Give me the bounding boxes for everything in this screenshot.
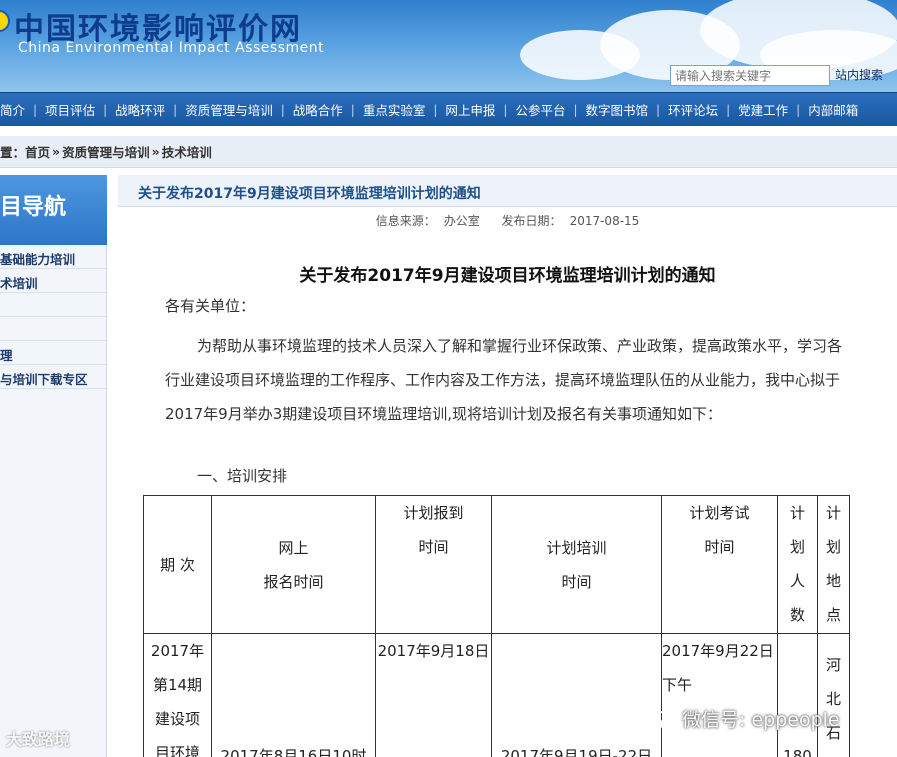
header-char: 计 <box>825 504 841 522</box>
cell-text: 2017年 <box>150 642 205 660</box>
header-char: 划 <box>789 538 805 556</box>
header-online-registration: 网上 报名时间 <box>211 495 376 634</box>
header-char: 人 <box>789 572 805 590</box>
cell-text: 2017年8月16日10时 <box>220 747 367 757</box>
date-label: 发布日期： <box>501 214 562 228</box>
header-char: 数 <box>789 606 805 624</box>
header-text: 计划考试 <box>689 504 750 522</box>
nav-item-strategic-eia[interactable]: 战略环评 <box>107 100 173 119</box>
article-heading: 关于发布2017年9月建设项目环境监理培训计划的通知 <box>118 175 897 207</box>
sidebar-item-download-zone[interactable]: 与培训下载专区 <box>0 365 106 389</box>
header-period: 期 次 <box>143 495 212 634</box>
cell-place: 河 北 石 <box>817 633 850 757</box>
cell-text: 2017年9月18日 <box>377 642 490 660</box>
header-char: 点 <box>825 606 841 624</box>
table-row: 2017年 第14期 建设项 目环境 2017年8月16日10时 2017年9月… <box>143 633 850 757</box>
source-value: 办公室 <box>443 214 480 228</box>
header-period-text: 期 次 <box>160 555 195 574</box>
cell-period: 2017年 第14期 建设项 目环境 <box>143 633 212 757</box>
watermark-right-text: 微信号: eppeople <box>682 709 840 731</box>
header-char: 计 <box>789 504 805 522</box>
header-text: 时间 <box>418 538 449 556</box>
watermark-left: 大致路境 <box>6 726 70 750</box>
site-logo-icon[interactable] <box>0 10 10 32</box>
cell-text: 2017年9月19日-22日 <box>500 747 653 757</box>
sidebar-header: 目导航 <box>0 175 107 245</box>
cell-count: 180 <box>777 633 818 757</box>
sidebar-item-management[interactable]: 理 <box>0 341 106 365</box>
breadcrumb-separator: » <box>52 144 61 159</box>
nav-item-digital-library[interactable]: 数字图书馆 <box>578 100 657 119</box>
breadcrumb: 置： 首页 » 资质管理与培训 » 技术培训 <box>0 136 897 168</box>
header-char: 划 <box>825 538 841 556</box>
sidebar: 目导航 基础能力培训 术培训 理 与培训下载专区 <box>0 175 107 757</box>
cell-text: 建设项 <box>154 710 200 728</box>
header-text: 时间 <box>561 572 592 591</box>
nav-item-forum[interactable]: 环评论坛 <box>660 100 726 119</box>
header-exam-time: 计划考试 时间 <box>661 495 778 634</box>
nav-item-key-lab[interactable]: 重点实验室 <box>355 100 434 119</box>
section-heading: 一、培训安排 <box>197 467 288 485</box>
date-value: 2017-08-15 <box>569 214 640 228</box>
cell-text: 目环境 <box>154 744 200 757</box>
nav-item-public-participation[interactable]: 公参平台 <box>507 100 573 119</box>
cell-text: 下午 <box>662 676 693 694</box>
source-label: 信息来源： <box>375 214 436 228</box>
cell-char: 河 <box>825 656 841 674</box>
breadcrumb-separator: » <box>151 144 160 159</box>
cell-report-time: 2017年9月18日 <box>375 633 492 757</box>
salutation: 各有关单位： <box>165 297 256 315</box>
header-text: 计划培训 <box>546 538 607 557</box>
header-text: 计划报到 <box>403 504 464 522</box>
wechat-icon <box>650 710 676 730</box>
header-text: 时间 <box>704 538 735 556</box>
breadcrumb-home[interactable]: 首页 <box>25 142 50 161</box>
search-input[interactable] <box>670 65 830 86</box>
cell-text: 2017年9月22日 <box>662 642 774 660</box>
cell-exam-time: 2017年9月22日 下午 <box>661 633 778 757</box>
breadcrumb-qualification[interactable]: 资质管理与培训 <box>62 142 150 161</box>
search-button[interactable]: 站内搜索 <box>835 66 883 83</box>
site-header: 中国环境影响评价网 China Environmental Impact Ass… <box>0 0 897 92</box>
nav-item-qualification-training[interactable]: 资质管理与培训 <box>177 100 281 119</box>
table-header-row: 期 次 网上 报名时间 计划报到 时间 计划培训 时间 计划考试 时间 计 划 … <box>143 495 850 634</box>
sidebar-item-tech-training[interactable]: 术培训 <box>0 269 106 293</box>
nav-item-cooperation[interactable]: 战略合作 <box>285 100 351 119</box>
sidebar-item-empty[interactable] <box>0 317 106 341</box>
breadcrumb-prefix: 置： <box>0 145 26 160</box>
sidebar-item-empty[interactable] <box>0 293 106 317</box>
breadcrumb-current[interactable]: 技术培训 <box>162 142 212 161</box>
sidebar-item-basic-training[interactable]: 基础能力培训 <box>0 245 106 269</box>
nav-item-intro[interactable]: 简介 <box>0 100 33 119</box>
cell-text: 180 <box>783 747 812 757</box>
header-char: 地 <box>825 572 841 590</box>
body-paragraph: 为帮助从事环境监理的技术人员深入了解和掌握行业环保政策、产业政策，提高政策水平，… <box>165 337 843 423</box>
article-meta: 信息来源： 办公室 发布日期： 2017-08-15 <box>118 212 897 236</box>
header-count: 计 划 人 数 <box>777 495 818 634</box>
nav-item-online-application[interactable]: 网上申报 <box>437 100 503 119</box>
nav-item-project-assessment[interactable]: 项目评估 <box>37 100 103 119</box>
site-subtitle: China Environmental Impact Assessment <box>18 40 325 56</box>
header-text: 网上 <box>278 538 309 557</box>
document-title: 关于发布2017年9月建设项目环境监理培训计划的通知 <box>299 266 716 286</box>
cell-online-registration: 2017年8月16日10时 <box>211 633 376 757</box>
cell-training-time: 2017年9月19日-22日 <box>491 633 662 757</box>
nav-item-internal-mail[interactable]: 内部邮箱 <box>800 100 866 119</box>
nav-item-party-work[interactable]: 党建工作 <box>730 100 796 119</box>
watermark-left-text: 大致路境 <box>6 730 71 749</box>
header-report-time: 计划报到 时间 <box>375 495 492 634</box>
watermark-right: 微信号: eppeople <box>650 705 840 732</box>
main-nav: 简介 | 项目评估 | 战略环评 | 资质管理与培训 | 战略合作 | 重点实验… <box>0 92 897 126</box>
cell-text: 第14期 <box>152 676 203 694</box>
header-text: 报名时间 <box>263 572 324 591</box>
header-place: 计 划 地 点 <box>817 495 850 634</box>
header-training-time: 计划培训 时间 <box>491 495 662 634</box>
